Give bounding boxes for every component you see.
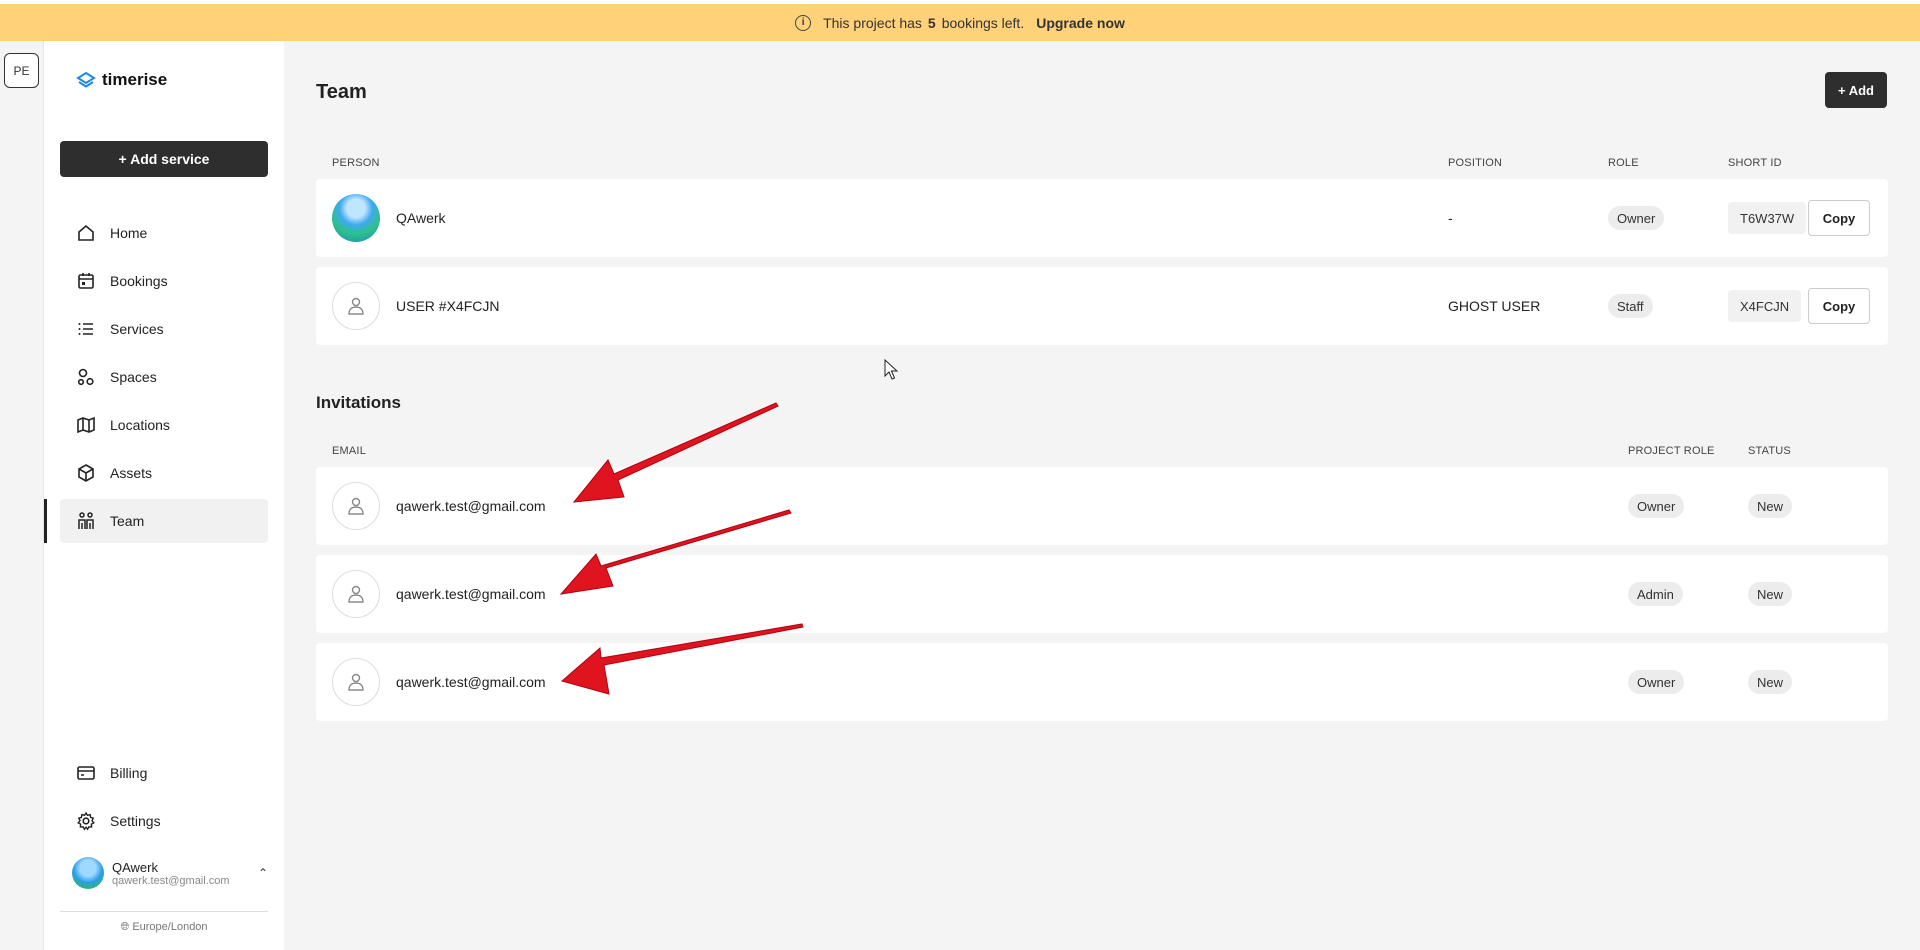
invitations-title: Invitations — [316, 393, 402, 412]
column-header-status: STATUS — [1748, 445, 1791, 457]
role-badge: Owner — [1628, 670, 1685, 694]
status-badge: New — [1748, 494, 1793, 518]
invitation-row[interactable]: qawerk.test@gmail.com Owner New — [316, 467, 1888, 545]
copy-button[interactable]: Copy — [1808, 200, 1870, 236]
sidebar-item-team[interactable]: Team — [44, 499, 268, 543]
timezone-text: Europe/London — [132, 921, 208, 933]
spaces-icon — [77, 368, 94, 386]
mouse-cursor-icon — [884, 359, 898, 380]
role-badge: Staff — [1608, 294, 1653, 318]
user-icon — [348, 497, 364, 515]
status-badge: New — [1748, 582, 1793, 606]
chevron-up-icon[interactable]: ⌃ — [258, 866, 268, 880]
avatar — [332, 194, 380, 242]
sidebar-item-label: Team — [110, 513, 145, 529]
role-badge: Admin — [1628, 582, 1683, 606]
sidebar: timerise + Add service Home Bookings Ser… — [44, 41, 284, 950]
user-icon — [348, 585, 364, 603]
avatar — [332, 482, 380, 530]
column-header-person: PERSON — [332, 157, 380, 169]
user-email: qawerk.test@gmail.com — [112, 874, 230, 887]
column-header-short-id: SHORT ID — [1728, 157, 1782, 169]
globe-icon: 🌐︎ — [120, 921, 130, 933]
gear-icon — [77, 811, 95, 831]
sidebar-item-home[interactable]: Home — [60, 211, 268, 255]
add-service-button[interactable]: + Add service — [60, 141, 268, 177]
invitation-row[interactable]: qawerk.test@gmail.com Admin New — [316, 555, 1888, 633]
sidebar-item-services[interactable]: Services — [60, 307, 268, 351]
column-header-position: POSITION — [1448, 157, 1503, 169]
column-header-role: ROLE — [1608, 157, 1639, 169]
map-icon — [77, 416, 95, 434]
banner-count: 5 — [927, 14, 936, 31]
sidebar-item-label: Spaces — [110, 369, 157, 385]
sidebar-nav: Home Bookings Services Spaces Locations … — [44, 211, 268, 547]
project-switcher[interactable]: PE — [4, 53, 39, 88]
sidebar-item-label: Home — [110, 225, 148, 241]
calendar-icon — [78, 273, 94, 289]
avatar — [332, 570, 380, 618]
user-icon — [348, 297, 364, 315]
sidebar-item-label: Assets — [110, 465, 153, 481]
short-id: T6W37W — [1728, 202, 1807, 234]
member-name: QAwerk — [396, 210, 446, 226]
column-header-email: EMAIL — [332, 445, 367, 457]
member-position: GHOST USER — [1448, 298, 1541, 314]
invitation-email: qawerk.test@gmail.com — [396, 586, 546, 602]
credit-card-icon — [77, 766, 95, 780]
member-position: - — [1448, 210, 1453, 226]
column-header-project-role: PROJECT ROLE — [1628, 445, 1715, 457]
sidebar-item-billing[interactable]: Billing — [60, 751, 268, 795]
user-name: QAwerk — [112, 859, 158, 875]
sidebar-item-settings[interactable]: Settings — [60, 799, 268, 843]
sidebar-item-label: Locations — [110, 417, 170, 433]
role-badge: Owner — [1608, 206, 1665, 230]
sidebar-item-locations[interactable]: Locations — [60, 403, 268, 447]
logo[interactable]: timerise — [76, 70, 167, 90]
logo-text: timerise — [102, 70, 168, 89]
member-name: USER #X4FCJN — [396, 298, 500, 314]
timezone-label[interactable]: 🌐︎ Europe/London — [60, 921, 268, 934]
table-row[interactable]: USER #X4FCJN GHOST USER Staff X4FCJN Cop… — [316, 267, 1888, 345]
sidebar-item-assets[interactable]: Assets — [60, 451, 268, 495]
avatar — [72, 857, 104, 889]
user-menu[interactable]: QAwerk qawerk.test@gmail.com ⌃ — [72, 853, 268, 893]
info-icon: i — [795, 14, 812, 31]
invitation-email: qawerk.test@gmail.com — [396, 498, 546, 514]
sidebar-item-label: Billing — [110, 765, 148, 781]
table-row[interactable]: QAwerk - Owner T6W37W Copy — [316, 179, 1888, 257]
sidebar-item-bookings[interactable]: Bookings — [60, 259, 268, 303]
sidebar-item-label: Settings — [110, 813, 161, 829]
home-icon — [78, 224, 94, 241]
status-badge: New — [1748, 670, 1793, 694]
logo-icon — [76, 71, 96, 88]
project-rail: PE — [0, 41, 44, 950]
invitation-email: qawerk.test@gmail.com — [396, 674, 546, 690]
team-icon — [78, 512, 94, 529]
invitation-row[interactable]: qawerk.test@gmail.com Owner New — [316, 643, 1888, 721]
sidebar-item-label: Services — [110, 321, 164, 337]
list-icon — [78, 323, 93, 335]
copy-button[interactable]: Copy — [1808, 288, 1870, 324]
user-icon — [348, 673, 364, 691]
divider — [60, 911, 268, 912]
sidebar-item-spaces[interactable]: Spaces — [60, 355, 268, 399]
avatar — [332, 658, 380, 706]
upgrade-banner: i This project has 5 bookings left. Upgr… — [0, 4, 1920, 41]
banner-text-after: bookings left. — [941, 14, 1025, 31]
banner-text-before: This project has — [823, 14, 922, 31]
sidebar-bottom-nav: Billing Settings — [60, 751, 268, 847]
short-id: X4FCJN — [1728, 290, 1802, 322]
user-info: QAwerk qawerk.test@gmail.com — [112, 860, 230, 887]
sidebar-item-label: Bookings — [110, 273, 168, 289]
box-icon — [78, 464, 94, 482]
role-badge: Owner — [1628, 494, 1685, 518]
add-member-button[interactable]: + Add — [1825, 72, 1887, 108]
page-title: Team — [316, 81, 367, 103]
avatar — [332, 282, 380, 330]
upgrade-link[interactable]: Upgrade now — [1036, 15, 1125, 31]
main-content: Team + Add PERSON POSITION ROLE SHORT ID… — [284, 41, 1920, 950]
